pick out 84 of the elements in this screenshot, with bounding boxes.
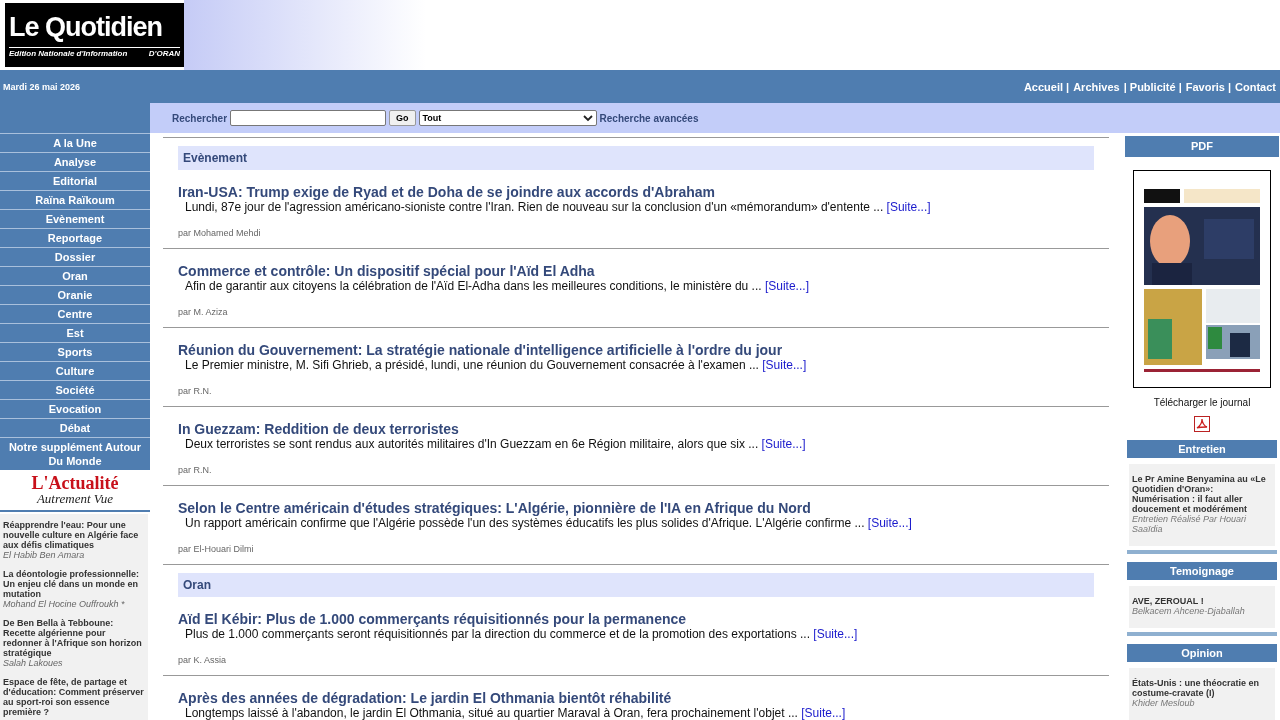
nav-item[interactable]: Evocation [0, 399, 150, 418]
nav-item[interactable]: Sports [0, 342, 150, 361]
article-link[interactable]: Réapprendre l'eau: Pour une nouvelle culture en Algérie face aux défis climatiques [3, 520, 145, 550]
article-summary: Lundi, 87e jour de l'agression américano-sioniste contre l'Iran. Rien de nouveau sur la conclusion d'un «mémorandum» d'entente ... [Suite...] [185, 200, 932, 214]
article-summary: Longtemps laissé à l'abandon, le jardin El Othmania, situé au quartier Maraval à Oran, fera prochainement l'objet ... [Suite...] [185, 706, 847, 720]
logo-subtitle: Edition Nationale d'Information [9, 49, 128, 58]
pdf-heading: PDF [1125, 136, 1279, 157]
read-more-link[interactable]: [Suite...] [801, 706, 846, 720]
article-summary: Plus de 1.000 commerçants seront réquisitionnés par la direction du commerce et de la promotion des exportations ... [Suite...] [185, 627, 859, 641]
author-name: par R.N. [178, 386, 213, 396]
author-name: Salah Lakoues [3, 658, 64, 668]
search-label: Rechercher [172, 112, 228, 124]
author-name: Khider Mesloub [1132, 698, 1196, 708]
read-more-link[interactable]: [Suite...] [762, 358, 807, 372]
article-title[interactable]: In Guezzam: Reddition de deux terroristes [178, 421, 1094, 437]
article-title[interactable]: Commerce et contrôle: Un dispositif spécial pour l'Aïd El Adha [178, 263, 1094, 279]
nav-item[interactable]: Editorial [0, 171, 150, 190]
author-name: Mohand El Hocine Ouffroukh * [3, 599, 126, 609]
nav-item[interactable]: Oran [0, 266, 150, 285]
article-link[interactable]: De Ben Bella à Tebboune: Recette algérienne pour redonner à l'Afrique son horizon stratégique [3, 618, 145, 658]
nav-item[interactable]: Culture [0, 361, 150, 380]
nav-item[interactable]: A la Une [0, 133, 150, 152]
author-name: par R.N. [178, 465, 213, 475]
article-title[interactable]: Après des années de dégradation: Le jardin El Othmania bientôt réhabilité [178, 690, 1094, 706]
logo-line: L'Actualité [31, 474, 119, 492]
read-more-link[interactable]: [Suite...] [764, 279, 809, 293]
author-name: El Habib Ben Amara [3, 550, 86, 560]
pdf-file-icon[interactable] [1194, 416, 1210, 432]
scope-dropdown[interactable]: Tout [418, 110, 597, 126]
nav-item[interactable]: Reportage [0, 228, 150, 247]
nav-item[interactable]: Dossier [0, 247, 150, 266]
nav-item[interactable]: Débat [0, 418, 150, 437]
author-name: par M. Aziza [178, 307, 229, 317]
section-logo[interactable]: L'Actualité Autrement Vue [0, 470, 150, 512]
go-button[interactable]: Go [389, 110, 416, 126]
author-name: par Mohamed Mehdi [178, 228, 262, 238]
article-title[interactable]: Aïd El Kébir: Plus de 1.000 commerçants réquisitionnés pour la permanence [178, 611, 1094, 627]
article-summary: Afin de garantir aux citoyens la célébration de l'Aïd El-Adha dans les meilleures conditions, le ministère du ... [Suite...] [185, 279, 810, 293]
article-link[interactable]: États-Unis : une théocratie en costume-cravate (I) [1132, 678, 1272, 698]
section-heading: Oran [178, 573, 1094, 597]
author-name: Entretien Réalisé Par Houari Saaïdia [1132, 514, 1248, 534]
logo-city: D'ORAN [148, 49, 180, 58]
article-link[interactable]: Espace de fête, de partage et d'éducation: Comment préserver au sport-roi son essence première ? [3, 677, 145, 717]
article-link[interactable]: Le Pr Amine Benyamina au «Le Quotidien d'Oran»: Numérisation : il faut aller doucement et modérément [1132, 474, 1272, 514]
nav-item[interactable]: Centre [0, 304, 150, 323]
advanced-search-link[interactable]: Recherche avancées [599, 112, 699, 124]
download-label[interactable]: Télécharger le journal [1153, 397, 1251, 408]
article-title[interactable]: Réunion du Gouvernement: La stratégie nationale d'intelligence artificielle à l'ordre du jour [178, 342, 1094, 358]
newspaper-logo[interactable]: Le Quotidien Edition Nationale d'Information D'ORAN [5, 3, 184, 67]
article-summary: Deux terroristes se sont rendus aux autorités militaires d'In Guezzam en 6e Région militaire, alors que six ... [Suite...] [185, 437, 807, 451]
read-more-link[interactable]: [Suite...] [886, 200, 931, 214]
nav-item[interactable]: Oranie [0, 285, 150, 304]
read-more-link[interactable]: [Suite...] [813, 627, 858, 641]
search-field[interactable] [230, 110, 387, 126]
article-title[interactable]: Selon le Centre américain d'études stratégiques: L'Algérie, pionnière de l'IA en Afrique du Nord [178, 500, 1094, 516]
read-more-link[interactable]: [Suite...] [867, 516, 912, 530]
top-link[interactable]: Archives [1073, 80, 1120, 93]
article-link[interactable]: La déontologie professionnelle: Un enjeu clé dans un monde en mutation [3, 569, 145, 599]
top-link[interactable]: Contact [1235, 80, 1276, 93]
top-link[interactable]: | Publicité | [1123, 80, 1182, 93]
box-heading: Temoignage [1127, 562, 1277, 580]
nav-item[interactable]: Notre supplément Autour Du Monde [0, 437, 150, 470]
top-link[interactable]: Accueil | [1023, 80, 1070, 93]
article-summary: Un rapport américain confirme que l'Algérie possède l'un des systèmes éducatifs les plus solides d'Afrique. L'Algérie confirme ... [Suite...] [185, 516, 913, 530]
nav-item[interactable]: Evènement [0, 209, 150, 228]
read-more-link[interactable]: [Suite...] [761, 437, 806, 451]
logo-line: Autrement Vue [36, 492, 114, 506]
article-summary: Le Premier ministre, M. Sifi Ghrieb, a présidé, lundi, une réunion du Gouvernement consacrée à l'examen ... [Suite...] [185, 358, 808, 372]
article-title[interactable]: Iran-USA: Trump exige de Ryad et de Doha de se joindre aux accords d'Abraham [178, 184, 1094, 200]
nav-item[interactable]: Est [0, 323, 150, 342]
date-text: Mardi 26 mai 2026 [3, 81, 81, 92]
nav-item[interactable]: Analyse [0, 152, 150, 171]
chevron-icon [582, 114, 593, 122]
section-heading: Evènement [178, 146, 1094, 170]
author-name: par K. Assia [178, 655, 228, 665]
top-link[interactable]: Favoris | [1185, 80, 1232, 93]
logo-title: Le Quotidien [9, 11, 162, 44]
article-link[interactable]: AVE, ZEROUAL ! [1132, 596, 1272, 606]
box-heading: Entretien [1127, 440, 1277, 458]
author-name: par El-Houari Dilmi [178, 544, 255, 554]
nav-item[interactable]: Société [0, 380, 150, 399]
nav-item[interactable]: Raïna Raïkoum [0, 190, 150, 209]
box-heading: Opinion [1127, 644, 1277, 662]
author-name: Belkacem Ahcene-Djaballah [1132, 606, 1246, 616]
